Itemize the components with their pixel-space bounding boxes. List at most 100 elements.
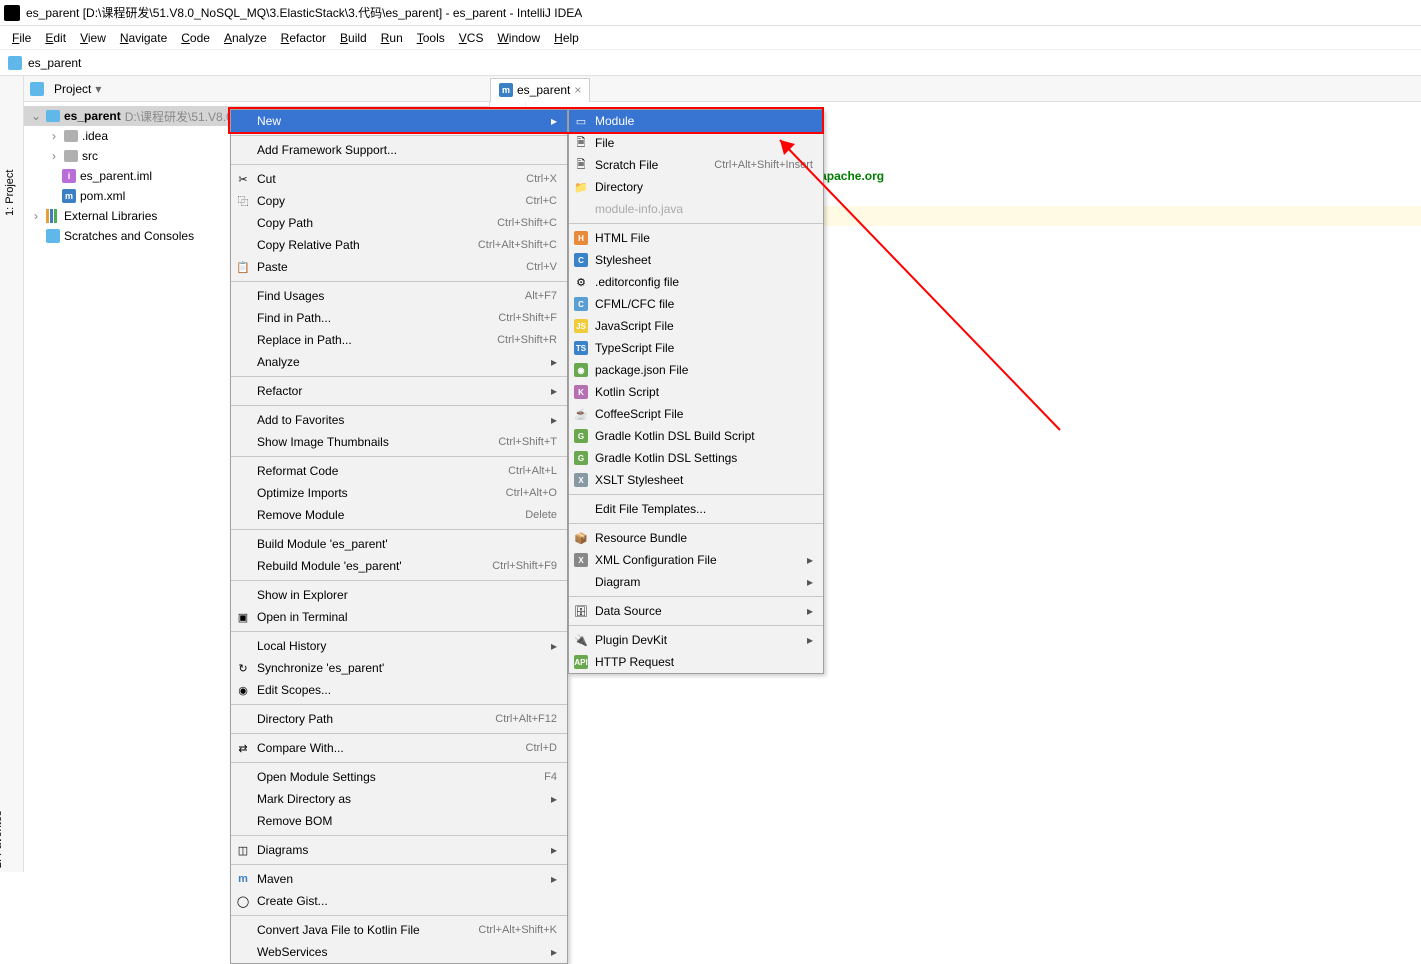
menu-item[interactable]: Show Image ThumbnailsCtrl+Shift+T [231,431,567,453]
menu-item[interactable]: WebServices▸ [231,941,567,963]
menu-item[interactable]: ◉package.json File [569,359,823,381]
menu-file[interactable]: File [6,29,37,47]
menu-item-icon: 📋 [236,260,250,274]
new-submenu[interactable]: ▭Module🗎File🗎Scratch FileCtrl+Alt+Shift+… [568,109,824,674]
chevron-right-icon[interactable]: › [48,149,60,163]
menu-item[interactable]: ✂CutCtrl+X [231,168,567,190]
menu-item[interactable]: 📋PasteCtrl+V [231,256,567,278]
menu-item-label: Build Module 'es_parent' [257,537,388,551]
menu-item[interactable]: Remove ModuleDelete [231,504,567,526]
menu-item[interactable]: 📦Resource Bundle [569,527,823,549]
menu-item[interactable]: XXML Configuration File▸ [569,549,823,571]
menu-item-label: Gradle Kotlin DSL Settings [595,451,737,465]
menu-item[interactable]: Open Module SettingsF4 [231,766,567,788]
menu-item[interactable]: XXSLT Stylesheet [569,469,823,491]
menu-item[interactable]: APIHTTP Request [569,651,823,673]
menu-item[interactable]: Reformat CodeCtrl+Alt+L [231,460,567,482]
title-bar: es_parent [D:\课程研发\51.V8.0_NoSQL_MQ\3.El… [0,0,1421,26]
menu-window[interactable]: Window [491,29,546,47]
menu-item[interactable]: 📁Directory [569,176,823,198]
menu-separator [231,835,567,836]
breadcrumb-text[interactable]: es_parent [28,56,81,70]
menu-item[interactable]: Find UsagesAlt+F7 [231,285,567,307]
menu-item-label: Add Framework Support... [257,143,397,157]
tool-tab-project[interactable]: 1: Project [4,170,16,216]
menu-item[interactable]: Diagram▸ [569,571,823,593]
menu-item[interactable]: ◯Create Gist... [231,890,567,912]
tool-tab-favorites[interactable]: 2: Favorites [0,811,4,868]
menu-analyze[interactable]: Analyze [218,29,273,47]
menu-item[interactable]: GGradle Kotlin DSL Build Script [569,425,823,447]
menu-separator [569,223,823,224]
chevron-down-icon[interactable]: ⌄ [30,109,42,123]
menu-vcs[interactable]: VCS [453,29,490,47]
menu-edit[interactable]: Edit [39,29,72,47]
context-menu[interactable]: New▸ Add Framework Support... ✂CutCtrl+X⿻C… [230,109,568,964]
editor-tab[interactable]: m es_parent × [490,78,590,102]
menu-view[interactable]: View [74,29,112,47]
menu-help[interactable]: Help [548,29,585,47]
menu-item[interactable]: Build Module 'es_parent' [231,533,567,555]
menu-item[interactable]: ↻Synchronize 'es_parent' [231,657,567,679]
menu-build[interactable]: Build [334,29,373,47]
menu-item[interactable]: ☕CoffeeScript File [569,403,823,425]
menu-item[interactable]: KKotlin Script [569,381,823,403]
menu-item[interactable]: ▭Module [569,110,823,132]
menu-item[interactable]: 🗄Data Source▸ [569,600,823,622]
menu-item-icon: 📦 [574,531,588,545]
menu-item[interactable]: Add Framework Support... [231,139,567,161]
menu-item[interactable]: CStylesheet [569,249,823,271]
menu-item[interactable]: New▸ [231,110,567,132]
chevron-right-icon[interactable]: › [48,129,60,143]
project-icon [8,56,22,70]
menu-item[interactable]: ▣Open in Terminal [231,606,567,628]
menu-item[interactable]: TSTypeScript File [569,337,823,359]
menu-item[interactable]: HHTML File [569,227,823,249]
menu-item[interactable]: Directory PathCtrl+Alt+F12 [231,708,567,730]
menu-item[interactable]: Add to Favorites▸ [231,409,567,431]
menu-item[interactable]: ⿻CopyCtrl+C [231,190,567,212]
menu-item[interactable]: Edit File Templates... [569,498,823,520]
project-panel-title[interactable]: Project [54,82,91,96]
menu-item[interactable]: mMaven▸ [231,868,567,890]
menu-item[interactable]: Remove BOM [231,810,567,832]
project-dropdown-arrow[interactable]: ▾ [95,82,101,96]
menu-item-label: TypeScript File [595,341,674,355]
menu-tools[interactable]: Tools [411,29,451,47]
menu-code[interactable]: Code [175,29,216,47]
menu-item[interactable]: Find in Path...Ctrl+Shift+F [231,307,567,329]
menu-item[interactable]: Copy Relative PathCtrl+Alt+Shift+C [231,234,567,256]
menu-run[interactable]: Run [375,29,409,47]
menu-item[interactable]: ◉Edit Scopes... [231,679,567,701]
menu-item[interactable]: Convert Java File to Kotlin FileCtrl+Alt… [231,919,567,941]
menu-shortcut: Ctrl+D [496,742,557,754]
menu-item[interactable]: ◫Diagrams▸ [231,839,567,861]
close-icon[interactable]: × [574,83,581,97]
menu-item[interactable]: CCFML/CFC file [569,293,823,315]
menu-navigate[interactable]: Navigate [114,29,173,47]
chevron-right-icon[interactable]: › [30,209,42,223]
menu-item[interactable]: Optimize ImportsCtrl+Alt+O [231,482,567,504]
menu-item[interactable]: Replace in Path...Ctrl+Shift+R [231,329,567,351]
menu-item[interactable]: Mark Directory as▸ [231,788,567,810]
menu-item[interactable]: Analyze▸ [231,351,567,373]
menu-item[interactable]: 🗎Scratch FileCtrl+Alt+Shift+Insert [569,154,823,176]
menu-item[interactable]: ⚙.editorconfig file [569,271,823,293]
menu-item-label: Synchronize 'es_parent' [257,661,384,675]
menu-item[interactable]: Copy PathCtrl+Shift+C [231,212,567,234]
menu-item-icon: K [574,385,588,399]
menu-item[interactable]: Local History▸ [231,635,567,657]
menu-separator [231,281,567,282]
menu-item-label: Find in Path... [257,311,331,325]
window-title: es_parent [D:\课程研发\51.V8.0_NoSQL_MQ\3.El… [26,4,582,21]
menu-item[interactable]: Refactor▸ [231,380,567,402]
menu-item[interactable]: 🔌Plugin DevKit▸ [569,629,823,651]
menu-item[interactable]: JSJavaScript File [569,315,823,337]
menu-item[interactable]: 🗎File [569,132,823,154]
menu-item[interactable]: GGradle Kotlin DSL Settings [569,447,823,469]
menu-item[interactable]: ⇄Compare With...Ctrl+D [231,737,567,759]
menu-item[interactable]: Show in Explorer [231,584,567,606]
menu-refactor[interactable]: Refactor [275,29,332,47]
tab-label: es_parent [517,83,570,97]
menu-item[interactable]: Rebuild Module 'es_parent'Ctrl+Shift+F9 [231,555,567,577]
